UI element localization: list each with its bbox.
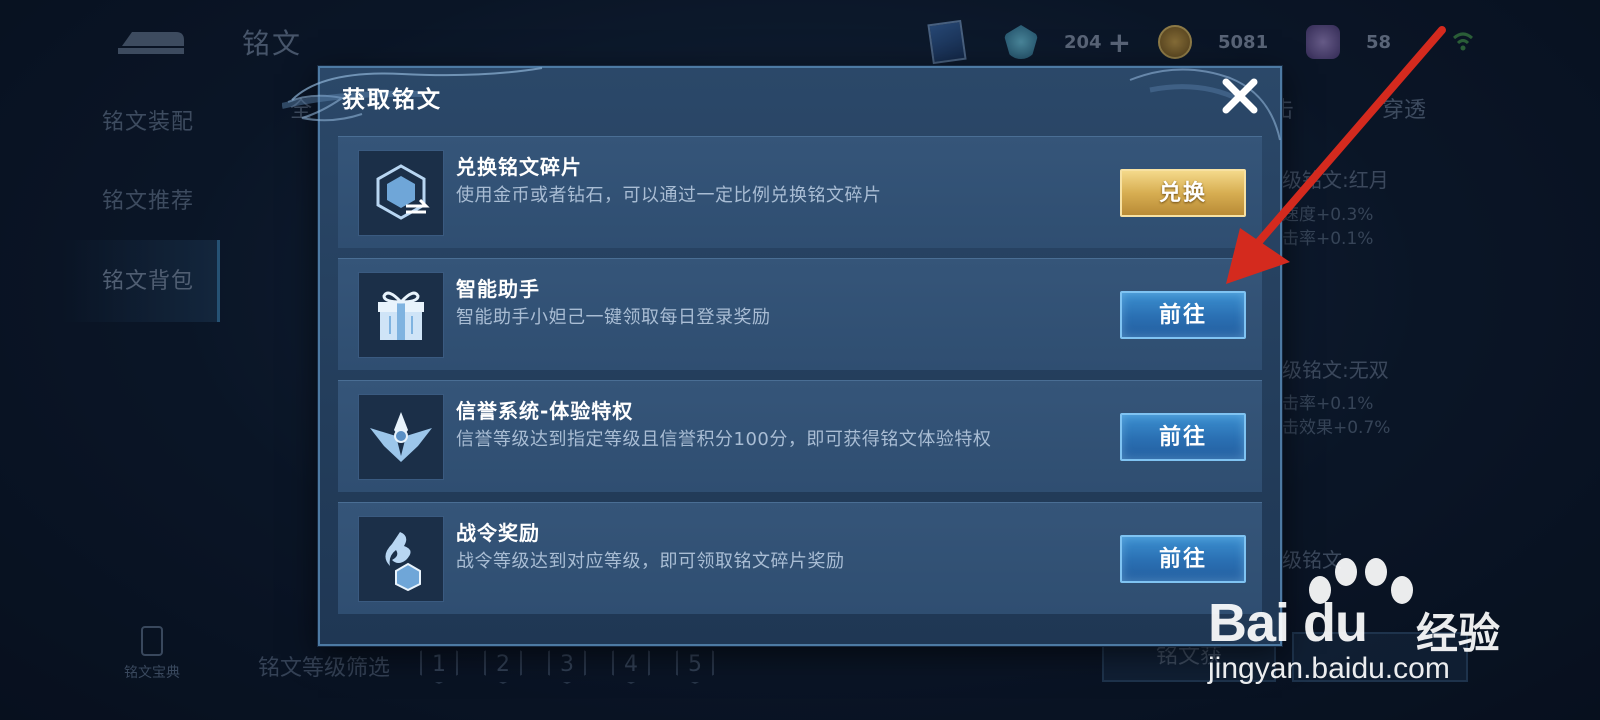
row-description: 战令等级达到对应等级，即可领取铭文碎片奖励 bbox=[456, 551, 845, 572]
list-item-smart-assistant: 智能助手 智能助手小妲己一键领取每日登录奖励 前往 bbox=[338, 258, 1262, 370]
currency-fragment: 58 bbox=[1306, 22, 1391, 62]
row-title: 兑换铭文碎片 bbox=[456, 155, 582, 179]
add-diamond-icon[interactable]: + bbox=[1108, 26, 1131, 59]
card-pack-icon[interactable] bbox=[927, 19, 967, 65]
level-filter-2[interactable]: 2 bbox=[484, 642, 522, 684]
row-description: 信誉等级达到指定等级且信誉积分100分，即可获得铭文体验特权 bbox=[456, 429, 992, 450]
level-filter-1[interactable]: 1 bbox=[420, 642, 458, 684]
watermark-url: jingyan.baidu.com bbox=[1208, 652, 1450, 685]
sidebar-item-inscription-recommend[interactable]: 铭文推荐 bbox=[102, 183, 194, 215]
exchange-fragment-icon bbox=[358, 150, 444, 236]
currency-diamond: 204 + bbox=[1004, 22, 1131, 62]
watermark-logo-text: Bai du bbox=[1208, 593, 1368, 653]
back-arrow-icon bbox=[118, 32, 184, 54]
gold-coin-icon bbox=[1158, 25, 1192, 59]
modal-title: 获取铭文 bbox=[342, 87, 442, 113]
currency-gold: 5081 bbox=[1158, 22, 1268, 62]
go-to-credit-system-button[interactable]: 前往 bbox=[1120, 413, 1246, 461]
list-item-credit-system: 信誉系统-体验特权 信誉等级达到指定等级且信誉积分100分，即可获得铭文体验特权… bbox=[338, 380, 1262, 492]
codex-label: 铭文宝典 bbox=[124, 665, 180, 681]
back-button[interactable] bbox=[110, 18, 190, 60]
rune-card-stat: 击效果+0.7% bbox=[1282, 418, 1391, 438]
rune-card-title-1: 级铭文:红月 bbox=[1282, 168, 1389, 192]
row-title: 智能助手 bbox=[456, 277, 540, 301]
fragment-icon bbox=[1306, 25, 1340, 59]
sidebar-item-inscription-bag[interactable]: 铭文背包 bbox=[102, 263, 194, 295]
list-item-battle-pass: 战令奖励 战令等级达到对应等级，即可领取铭文碎片奖励 前往 bbox=[338, 502, 1262, 614]
book-icon bbox=[141, 626, 163, 656]
exchange-button[interactable]: 兑换 bbox=[1120, 169, 1246, 217]
sidebar-item-inscription-equip[interactable]: 铭文装配 bbox=[102, 104, 194, 136]
close-icon bbox=[1222, 78, 1258, 114]
level-filter-3[interactable]: 3 bbox=[548, 642, 586, 684]
row-description: 使用金币或者钻石，可以通过一定比例兑换铭文碎片 bbox=[456, 185, 882, 206]
wifi-signal-icon bbox=[1452, 28, 1474, 56]
level-filter-5[interactable]: 5 bbox=[676, 642, 714, 684]
page-title: 铭文 bbox=[242, 27, 303, 60]
codex-button[interactable]: 铭文宝典 bbox=[112, 626, 192, 682]
row-title: 信誉系统-体验特权 bbox=[456, 399, 634, 423]
row-description: 智能助手小妲己一键领取每日登录奖励 bbox=[456, 307, 771, 328]
rune-card-stat: 击率+0.1% bbox=[1282, 394, 1374, 414]
diamond-icon bbox=[1004, 25, 1038, 59]
list-item-exchange-fragments: 兑换铭文碎片 使用金币或者钻石，可以通过一定比例兑换铭文碎片 兑换 bbox=[338, 136, 1262, 248]
go-to-smart-assistant-button[interactable]: 前往 bbox=[1120, 291, 1246, 339]
rune-card-stat: 速度+0.3% bbox=[1282, 205, 1374, 225]
row-title: 战令奖励 bbox=[456, 521, 540, 545]
level-filter-label: 铭文等级筛选 bbox=[258, 656, 391, 681]
rune-card-title-2: 级铭文:无双 bbox=[1282, 358, 1389, 382]
level-filter-4[interactable]: 4 bbox=[612, 642, 650, 684]
battle-pass-phoenix-icon bbox=[358, 516, 444, 602]
gift-box-icon bbox=[358, 272, 444, 358]
tab-penetration[interactable]: 穿透 bbox=[1382, 92, 1426, 124]
credit-emblem-icon bbox=[358, 394, 444, 480]
close-button[interactable] bbox=[1220, 76, 1260, 116]
baidu-jingyan-watermark: Bai du 经验 jingyan.baidu.com bbox=[1208, 556, 1588, 686]
rune-card-stat: 击率+0.1% bbox=[1282, 229, 1374, 249]
